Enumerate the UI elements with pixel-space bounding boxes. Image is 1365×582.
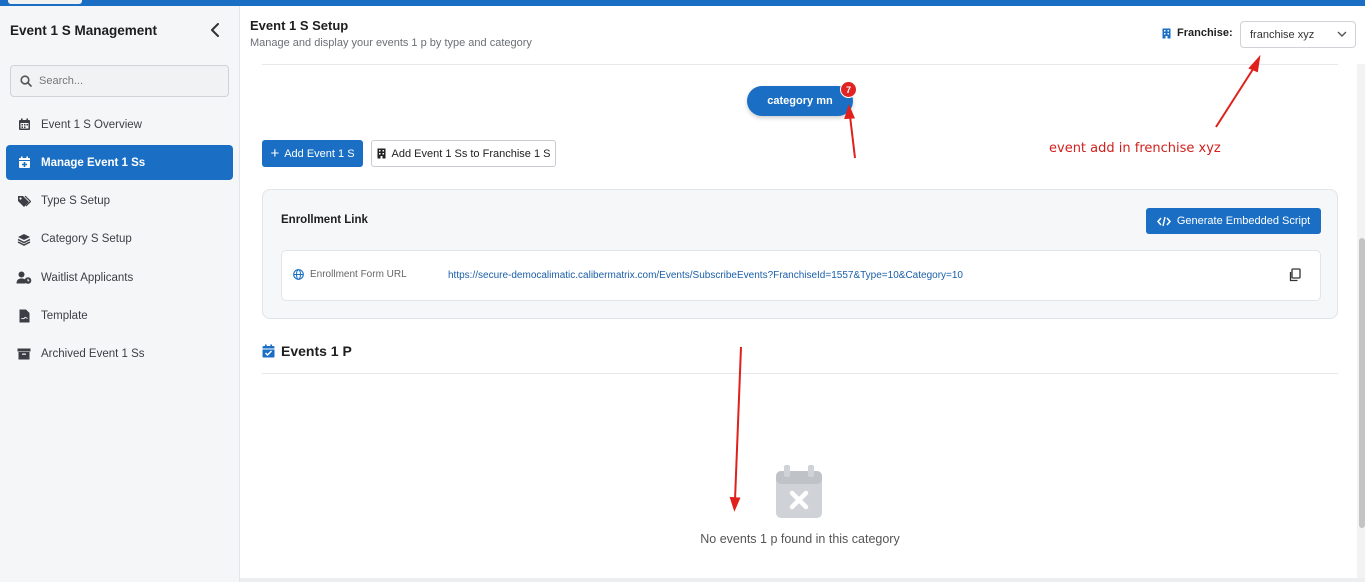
calendar-check-icon (262, 344, 275, 358)
chevron-left-icon (211, 23, 219, 37)
sidebar-header: Event 1 S Management (0, 6, 239, 56)
sidebar-item-label: Manage Event 1 Ss (41, 156, 146, 169)
copy-icon[interactable] (1288, 268, 1302, 282)
scrollbar-thumb[interactable] (1359, 238, 1365, 528)
generate-embedded-script-button[interactable]: Generate Embedded Script (1146, 208, 1321, 234)
sidebar-title: Event 1 S Management (10, 23, 158, 38)
page-title: Event 1 S Setup (250, 18, 349, 33)
franchise-label: Franchise: (1162, 27, 1233, 39)
franchise-selected-value: franchise xyz (1250, 28, 1315, 41)
events-divider (262, 373, 1338, 374)
arrow-to-category-badge (844, 104, 856, 159)
sidebar-item-label: Archived Event 1 Ss (41, 348, 145, 361)
enrollment-title: Enrollment Link (281, 214, 368, 226)
tags-icon (16, 193, 32, 209)
collapse-sidebar-button[interactable] (204, 19, 226, 41)
plus-icon: + (270, 145, 280, 162)
annotation-note: event add in frenchise xyz (1049, 141, 1221, 156)
building-icon (1162, 28, 1171, 38)
sidebar-item-archived[interactable]: Archived Event 1 Ss (6, 337, 233, 372)
calendar-x-icon (776, 465, 822, 518)
sidebar-item-category-setup[interactable]: Category S Setup (6, 222, 233, 257)
browser-tab-stub (8, 0, 82, 4)
archive-icon (16, 346, 32, 362)
chevron-down-icon (1337, 31, 1347, 37)
franchise-label-text: Franchise: (1177, 27, 1233, 39)
sidebar-item-manage-events[interactable]: Manage Event 1 Ss (6, 145, 233, 181)
sidebar-nav: Event 1 S Overview Manage Event 1 Ss Typ… (6, 107, 233, 375)
header-divider (262, 64, 1338, 65)
user-clock-icon (16, 270, 32, 286)
calendar-plus-icon (16, 155, 32, 171)
events-section-title-text: Events 1 P (281, 343, 352, 359)
sidebar-item-overview[interactable]: Event 1 S Overview (6, 107, 233, 142)
add-events-to-franchise-button[interactable]: Add Event 1 Ss to Franchise 1 S (371, 140, 556, 167)
page-subtitle: Manage and display your events 1 p by ty… (250, 37, 532, 49)
sidebar-search[interactable] (10, 65, 229, 97)
search-icon (20, 75, 32, 87)
empty-state-message: No events 1 p found in this category (700, 532, 900, 546)
file-signature-icon (16, 308, 32, 324)
enrollment-url-link[interactable]: https://secure-democalimatic.calibermatr… (448, 270, 963, 281)
enrollment-url-label-text: Enrollment Form URL (310, 269, 407, 280)
sidebar-item-label: Template (41, 309, 88, 322)
sidebar-item-label: Event 1 S Overview (41, 118, 142, 131)
category-filter-pill[interactable]: category mn (747, 86, 853, 116)
enrollment-url-label: Enrollment Form URL (293, 269, 407, 280)
add-events-to-franchise-label: Add Event 1 Ss to Franchise 1 S (391, 147, 551, 160)
globe-icon (293, 269, 304, 280)
sidebar-item-type-setup[interactable]: Type S Setup (6, 184, 233, 219)
enrollment-card: Enrollment Link Generate Embedded Script… (262, 189, 1338, 319)
building-icon (377, 148, 385, 159)
sidebar-item-label: Category S Setup (41, 233, 132, 246)
sidebar-item-waitlist[interactable]: Waitlist Applicants (6, 260, 233, 295)
search-input[interactable] (39, 75, 209, 87)
layers-icon (16, 231, 32, 247)
category-count-badge: 7 (840, 81, 857, 98)
arrow-to-empty-events (729, 346, 742, 512)
arrow-to-franchise-select (1215, 54, 1261, 128)
add-event-button-label: Add Event 1 S (284, 147, 355, 160)
franchise-select[interactable]: franchise xyz (1240, 21, 1356, 48)
sidebar-item-label: Waitlist Applicants (41, 271, 134, 284)
sidebar-item-label: Type S Setup (41, 195, 111, 208)
calendar-icon (16, 117, 32, 133)
enrollment-url-box: Enrollment Form URL https://secure-democ… (281, 250, 1321, 301)
generate-embedded-script-label: Generate Embedded Script (1176, 215, 1311, 227)
bottom-edge (240, 578, 1365, 582)
events-section-title: Events 1 P (262, 343, 352, 359)
sidebar-item-template[interactable]: Template (6, 298, 233, 333)
sidebar: Event 1 S Management Event 1 S Overview … (0, 6, 240, 582)
add-event-button[interactable]: + Add Event 1 S (262, 140, 363, 167)
code-icon (1156, 216, 1171, 226)
page-header: Event 1 S Setup Manage and display your … (240, 6, 1365, 58)
